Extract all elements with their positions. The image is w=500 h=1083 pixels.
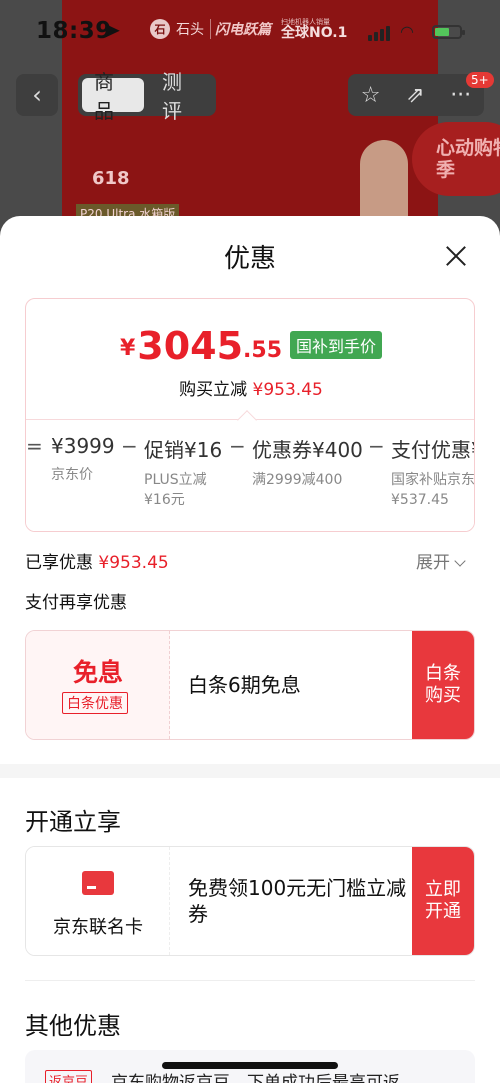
breakdown-item: 支付优惠¥ 国家补贴京东 ¥537.45	[391, 434, 475, 510]
brand-overlay: 石 石头 闪电跃篇 扫地机器人销量 全球NO.1	[150, 16, 347, 42]
enjoyed-amount: ¥953.45	[98, 553, 169, 573]
instant-discount-label: 购买立减	[179, 380, 248, 400]
breakdown-item: 优惠券¥400 满2999减400	[252, 434, 363, 491]
baitiao-tag: 白条优惠	[62, 692, 128, 714]
breakdown-label-line1: PLUS立减	[144, 472, 207, 488]
battery-icon	[432, 25, 465, 39]
open-now-button[interactable]: 立即开通	[412, 847, 474, 955]
price-card: ¥ 3045 .55 国补到手价 购买立减 ¥953.45 = ¥3999 京东…	[25, 298, 475, 532]
wifi-icon: ◠	[400, 22, 414, 41]
chevron-left-icon: ‹	[32, 81, 42, 109]
pay-section-title: 支付再享优惠	[25, 593, 127, 613]
brand-claim-big: 全球NO.1	[281, 24, 348, 41]
instant-discount-amount: ¥953.45	[252, 380, 323, 400]
breakdown-label: 国家补贴京东 ¥537.45	[391, 471, 475, 510]
expand-label: 展开	[416, 553, 450, 573]
final-price: ¥ 3045 .55 国补到手价	[26, 324, 474, 368]
breakdown-label: 满2999减400	[252, 472, 343, 488]
offer-badge-area: 免息 白条优惠	[26, 631, 170, 739]
discount-sheet: 优惠 ¥ 3045 .55 国补到手价 购买立减 ¥953.45 = ¥3999…	[0, 216, 500, 1083]
nav-actions: ☆ ⇗ ···	[348, 74, 484, 116]
brand-claim: 扫地机器人销量 全球NO.1	[281, 18, 348, 41]
enjoyed-discount: 已享优惠 ¥953.45	[25, 548, 169, 573]
breakdown-value: ¥3999	[51, 434, 115, 458]
subsidy-price-tag: 国补到手价	[290, 331, 383, 359]
home-indicator[interactable]	[162, 1062, 338, 1069]
breakdown-item: ¥3999 京东价	[51, 434, 115, 486]
tab-review[interactable]: 测评	[150, 70, 212, 123]
minus-operator: −	[121, 434, 138, 458]
cobrand-card-offer[interactable]: 京东联名卡 免费领100元无门槛立减券 立即开通	[25, 846, 475, 956]
favorite-icon[interactable]: ☆	[361, 83, 381, 108]
jingdou-tag: 返京豆	[45, 1070, 93, 1083]
breakdown-label-line2: ¥16元	[144, 491, 185, 508]
baitiao-buy-button[interactable]: 白条购买	[412, 631, 474, 739]
breakdown-value: 优惠券¥400	[252, 438, 363, 462]
offer-badge-area: 京东联名卡	[26, 847, 170, 955]
cobrand-card-label: 京东联名卡	[53, 917, 143, 938]
status-bar: 18:39 ➤ 石 石头 闪电跃篇 扫地机器人销量 全球NO.1 ◠	[0, 0, 500, 62]
price-breakdown[interactable]: = ¥3999 京东价 − 促销¥16 PLUS立减 ¥16元 − 优惠券¥40…	[26, 410, 475, 531]
minus-operator: −	[229, 434, 246, 458]
brand-name: 石头	[176, 22, 204, 38]
brand-slogan: 闪电跃篇	[210, 19, 275, 39]
equals-operator: =	[26, 434, 43, 458]
status-time: 18:39	[36, 18, 112, 44]
tab-product[interactable]: 商品	[82, 70, 144, 123]
interest-free-label: 免息	[72, 658, 123, 687]
share-icon[interactable]: ⇗	[406, 83, 424, 108]
breakdown-label: PLUS立减 ¥16元	[144, 471, 222, 510]
price-decimal: .55	[243, 338, 283, 363]
baitiao-offer-card[interactable]: 免息 白条优惠 白条6期免息 白条购买	[25, 630, 475, 740]
breakdown-label: 京东价	[51, 467, 93, 483]
offer-description: 免费领100元无门槛立减券	[188, 876, 407, 926]
price-currency: ¥	[119, 336, 136, 361]
instant-discount: 购买立减 ¥953.45	[26, 375, 474, 400]
breakdown-notch	[237, 410, 257, 430]
page-tabs: 商品 测评	[78, 70, 216, 123]
brand-logo-icon: 石	[150, 19, 170, 39]
minus-operator: −	[368, 434, 385, 458]
close-icon[interactable]	[440, 240, 472, 272]
chevron-down-icon	[454, 555, 466, 567]
expand-toggle[interactable]: 展开	[416, 548, 466, 573]
jingdou-text: 京东购物返京豆，下单成功后最高可返	[111, 1073, 400, 1083]
promo-bubble: 心动购物季	[412, 122, 500, 196]
breakdown-label-line2: ¥537.45	[391, 491, 449, 508]
sheet-title: 优惠	[223, 244, 276, 274]
anniversary-logo: 618	[92, 168, 130, 189]
price-integer: 3045	[137, 324, 244, 368]
back-button[interactable]: ‹	[16, 74, 58, 116]
location-arrow-icon: ➤	[104, 18, 121, 42]
section-divider	[0, 764, 500, 778]
enjoyed-label: 已享优惠	[25, 553, 93, 573]
offer-description: 白条6期免息	[188, 673, 301, 697]
breakdown-value: 促销¥16	[144, 438, 223, 462]
signal-icon	[368, 26, 390, 41]
credit-card-icon	[82, 871, 114, 895]
message-badge: 5+	[466, 72, 494, 88]
divider-line	[25, 980, 475, 981]
open-section-title: 开通立享	[25, 808, 121, 836]
breakdown-item: 促销¥16 PLUS立减 ¥16元	[144, 434, 222, 510]
other-section-title: 其他优惠	[25, 1012, 121, 1040]
breakdown-label-line1: 国家补贴京东	[391, 472, 475, 488]
breakdown-value: 支付优惠¥	[391, 438, 475, 462]
